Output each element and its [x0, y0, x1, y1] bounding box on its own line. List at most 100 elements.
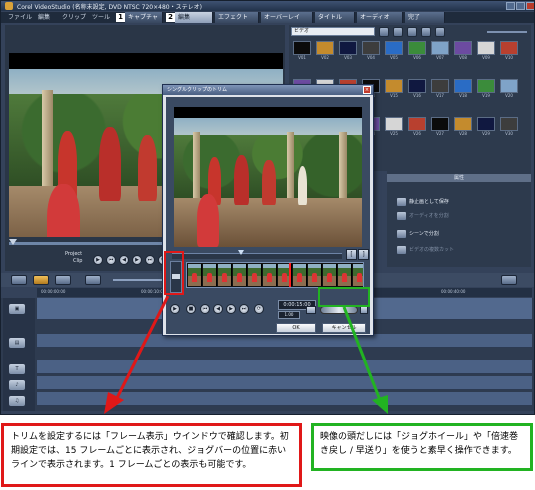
- timeline-view-button[interactable]: [33, 275, 49, 285]
- voice-track-icon[interactable]: ♪: [9, 380, 25, 390]
- close-button[interactable]: [526, 2, 534, 10]
- end-button[interactable]: ⏭: [145, 255, 155, 265]
- preview-playhead[interactable]: [9, 239, 17, 245]
- title-track[interactable]: [37, 360, 532, 374]
- step-title-tab[interactable]: タイトル: [315, 12, 355, 23]
- trim-repeat-button[interactable]: ⟳: [254, 304, 264, 314]
- step-share-tab[interactable]: 完了: [405, 12, 445, 23]
- clip-label[interactable]: Clip: [73, 258, 82, 264]
- ruler-tick: 00:00:40:00: [441, 289, 466, 294]
- library-thumbnail[interactable]: V25: [385, 117, 403, 136]
- step-edit-tab[interactable]: 編集: [175, 12, 213, 23]
- menu-clip[interactable]: クリップ: [57, 13, 91, 22]
- audio-view-button[interactable]: [55, 275, 71, 285]
- menu-file[interactable]: ファイル: [3, 13, 37, 22]
- playback-speed-field[interactable]: 1.00: [278, 311, 300, 319]
- menu-edit[interactable]: 編集: [33, 13, 55, 22]
- dialog-close-icon[interactable]: ×: [363, 86, 371, 94]
- library-thumbnail[interactable]: V26: [408, 117, 426, 136]
- minimize-button[interactable]: [506, 2, 515, 10]
- thumbnail-image: [293, 41, 311, 55]
- library-thumbnail[interactable]: V03: [339, 41, 357, 60]
- step-capture-tab[interactable]: キャプチャ: [125, 12, 163, 23]
- trim-range-bar[interactable]: [172, 253, 342, 259]
- library-thumbnail[interactable]: V17: [431, 79, 449, 98]
- jog-wheel[interactable]: [320, 306, 358, 314]
- music-track-icon[interactable]: ♫: [9, 396, 25, 406]
- library-thumbnail[interactable]: V01: [293, 41, 311, 60]
- thumb-size-slider[interactable]: [487, 31, 527, 33]
- library-thumbnail[interactable]: V09: [477, 41, 495, 60]
- home-button[interactable]: ⏮: [106, 255, 116, 265]
- thumbnail-label: V01: [298, 55, 306, 60]
- prev-frame-button[interactable]: ◀: [119, 255, 129, 265]
- library-thumbnail[interactable]: V29: [477, 117, 495, 136]
- library-thumbnail[interactable]: V18: [454, 79, 472, 98]
- library-thumbnail[interactable]: V08: [454, 41, 472, 60]
- jog-position-red-line: [289, 263, 291, 287]
- sort-icon[interactable]: [421, 27, 431, 37]
- fast-rewind-button[interactable]: [306, 306, 316, 314]
- multi-trim-item[interactable]: ビデオの複数カット: [397, 245, 454, 255]
- ok-button[interactable]: OK: [276, 323, 316, 333]
- library-thumbnail[interactable]: V27: [431, 117, 449, 136]
- thumbnail-label: V29: [482, 131, 490, 136]
- play-button[interactable]: ▶: [93, 255, 103, 265]
- attribute-tab[interactable]: 属性: [387, 174, 531, 182]
- menu-tools[interactable]: ツール: [87, 13, 115, 22]
- trim-home-button[interactable]: ⏮: [200, 304, 210, 314]
- mark-out-button[interactable]: ]: [358, 249, 369, 260]
- library-thumbnail[interactable]: V04: [362, 41, 380, 60]
- options-icon[interactable]: [435, 27, 445, 37]
- trim-play-button[interactable]: ▶: [170, 304, 180, 314]
- overlay-track-icon[interactable]: ▤: [9, 338, 25, 348]
- library-thumbnail[interactable]: V19: [477, 79, 495, 98]
- view-icon[interactable]: [407, 27, 417, 37]
- next-frame-button[interactable]: ▶: [132, 255, 142, 265]
- library-thumbnail[interactable]: V16: [408, 79, 426, 98]
- title-track-icon[interactable]: T: [9, 364, 25, 374]
- music-track[interactable]: [37, 392, 532, 406]
- split-audio-item[interactable]: オーディオを分割: [397, 211, 449, 221]
- add-folder-icon[interactable]: [379, 27, 389, 37]
- split-by-scene-item[interactable]: シーンで分割: [397, 229, 439, 239]
- project-label[interactable]: Project: [65, 251, 82, 257]
- fit-timeline-button[interactable]: [501, 275, 517, 285]
- jog-wheel-highlight: [318, 287, 370, 307]
- library-thumbnail[interactable]: V30: [500, 117, 518, 136]
- cancel-button[interactable]: キャンセル: [322, 323, 366, 333]
- library-thumbnail[interactable]: V10: [500, 41, 518, 60]
- thumbnail-label: V05: [390, 55, 398, 60]
- trim-next-frame-button[interactable]: ▶: [226, 304, 236, 314]
- voice-track[interactable]: [37, 376, 532, 390]
- mark-in-button[interactable]: [: [346, 249, 357, 260]
- storyboard-view-button[interactable]: [11, 275, 27, 285]
- thumbnail-label: V06: [413, 55, 421, 60]
- library-thumbnail[interactable]: V06: [408, 41, 426, 60]
- jog-wheel-callout: 映像の頭だしには「ジョグホイール」や「倍速巻き戻し / 早送り」を使うと素早く操…: [311, 423, 533, 471]
- library-thumbnail[interactable]: V20: [500, 79, 518, 98]
- trim-jog-marker[interactable]: [238, 250, 244, 255]
- step-effect-tab[interactable]: エフェクト: [215, 12, 259, 23]
- save-still-image-item[interactable]: 静止画として保存: [397, 197, 449, 207]
- step-audio-tab[interactable]: オーディオ: [357, 12, 403, 23]
- thumbnail-image: [454, 41, 472, 55]
- library-thumbnail[interactable]: V05: [385, 41, 403, 60]
- thumbnail-image: [477, 79, 495, 93]
- fast-forward-button[interactable]: [360, 306, 368, 314]
- import-icon[interactable]: [393, 27, 403, 37]
- trim-stop-button[interactable]: ■: [186, 304, 196, 314]
- library-thumbnail[interactable]: V02: [316, 41, 334, 60]
- trim-prev-frame-button[interactable]: ◀: [213, 304, 223, 314]
- library-thumbnail[interactable]: V28: [454, 117, 472, 136]
- undo-button[interactable]: [85, 275, 101, 285]
- library-thumbnail[interactable]: V07: [431, 41, 449, 60]
- video-track-icon[interactable]: ▣: [9, 304, 25, 314]
- library-category-select[interactable]: ビデオ: [291, 27, 375, 36]
- frame-view-strip[interactable]: [186, 262, 364, 288]
- step-overlay-tab[interactable]: オーバーレイ: [261, 12, 313, 23]
- maximize-button[interactable]: [516, 2, 525, 10]
- trim-end-button[interactable]: ⏭: [239, 304, 249, 314]
- overlay-track[interactable]: [37, 334, 532, 348]
- library-thumbnail[interactable]: V15: [385, 79, 403, 98]
